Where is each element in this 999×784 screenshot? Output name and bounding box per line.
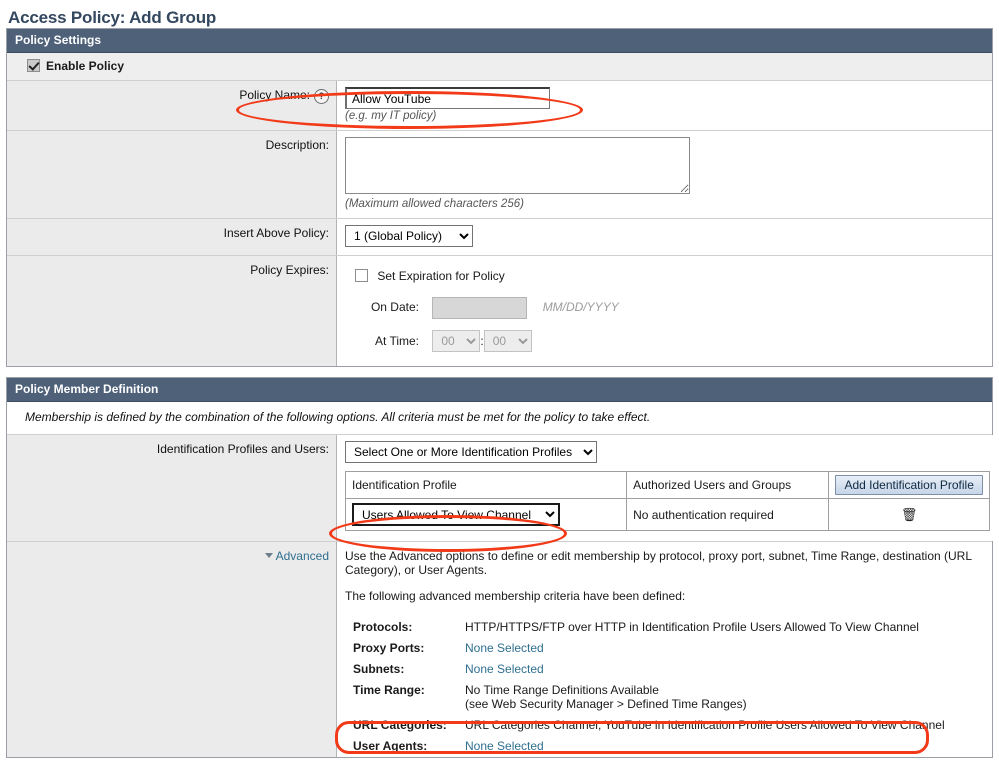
criteria-value-subnets[interactable]: None Selected	[461, 659, 982, 680]
identification-profile-select[interactable]: Users Allowed To View Channel	[352, 503, 560, 526]
advanced-toggle-label[interactable]: Advanced	[276, 549, 329, 563]
at-time-minutes-select[interactable]: 00	[483, 330, 532, 352]
policy-expires-row: Policy Expires: Set Expiration for Polic…	[7, 256, 992, 366]
criteria-key-subnets: Subnets:	[353, 662, 405, 676]
policy-name-row: Policy Name:? (e.g. my IT policy)	[7, 81, 992, 131]
policy-member-definition-panel: Policy Member Definition Membership is d…	[6, 377, 998, 758]
criteria-value-time-range-note: (see Web Security Manager > Defined Time…	[465, 697, 747, 711]
criteria-value-user-agents[interactable]: None Selected	[461, 736, 982, 757]
set-expiration-label: Set Expiration for Policy	[377, 269, 505, 283]
criteria-value-url-categories: URL Categories Channel, YouTube in Ident…	[465, 718, 945, 732]
description-hint: (Maximum allowed characters 256)	[345, 198, 524, 210]
enable-policy-checkbox[interactable]	[27, 59, 40, 72]
question-mark-icon[interactable]: ?	[314, 89, 329, 104]
policy-settings-header: Policy Settings	[7, 29, 992, 53]
add-identification-profile-button[interactable]: Add Identification Profile	[835, 475, 983, 495]
page-title: Access Policy: Add Group	[8, 8, 217, 27]
membership-note: Membership is defined by the combination…	[7, 402, 992, 435]
policy-name-hint: (e.g. my IT policy)	[345, 110, 437, 122]
criteria-key-user-agents: User Agents:	[353, 739, 428, 753]
insert-above-policy-label: Insert Above Policy:	[223, 226, 329, 240]
at-time-label: At Time:	[374, 334, 419, 348]
trash-icon[interactable]: 🗑	[835, 507, 983, 523]
at-time-wrap: At Time: 00 : 00	[345, 330, 984, 352]
policy-name-label: Policy Name:	[239, 88, 310, 102]
criteria-row-subnets: Subnets: None Selected	[345, 659, 982, 680]
column-authorized-users: Authorized Users and Groups	[626, 471, 830, 499]
description-label-cell: Description:	[7, 131, 337, 218]
on-date-format-hint: MM/DD/YYYY	[542, 300, 619, 315]
chevron-down-icon[interactable]	[264, 553, 273, 558]
criteria-value-time-range-cell: No Time Range Definitions Available (see…	[461, 680, 982, 715]
criteria-row-url-categories: URL Categories: URL Categories Channel, …	[345, 715, 982, 736]
criteria-row-time-range: Time Range: No Time Range Definitions Av…	[345, 680, 982, 715]
policy-name-field-cell: (e.g. my IT policy)	[337, 81, 992, 130]
profile-cell: Users Allowed To View Channel	[344, 498, 628, 531]
enable-policy-label: Enable Policy	[46, 59, 125, 73]
criteria-key-url-categories: URL Categories:	[353, 718, 447, 732]
insert-above-policy-select[interactable]: 1 (Global Policy)	[345, 225, 473, 247]
insert-above-policy-row: Insert Above Policy: 1 (Global Policy)	[7, 219, 992, 256]
criteria-row-proxy-ports: Proxy Ports: None Selected	[345, 638, 982, 659]
on-date-label: On Date:	[370, 300, 419, 315]
set-expiration-checkbox[interactable]	[355, 269, 368, 282]
description-row: Description: (Maximum allowed characters…	[7, 131, 992, 219]
policy-member-definition-header: Policy Member Definition	[7, 378, 992, 402]
insert-above-policy-label-cell: Insert Above Policy:	[7, 219, 337, 255]
advanced-description: Use the Advanced options to define or ed…	[345, 549, 972, 577]
description-label: Description:	[265, 138, 329, 152]
delete-cell: 🗑	[828, 498, 990, 531]
criteria-row-user-agents: User Agents: None Selected	[345, 736, 982, 757]
at-time-hours-select[interactable]: 00	[432, 330, 481, 352]
criteria-value-protocols: HTTP/HTTPS/FTP over HTTP in Identificati…	[465, 620, 919, 634]
authorized-users-cell: No authentication required	[626, 498, 830, 531]
description-textarea[interactable]	[345, 137, 690, 194]
policy-expires-label-cell: Policy Expires:	[7, 256, 337, 366]
enable-policy-row: Enable Policy	[7, 53, 992, 81]
criteria-key-time-range: Time Range:	[353, 683, 425, 697]
criteria-value-proxy-ports[interactable]: None Selected	[461, 638, 982, 659]
criteria-value-time-range: No Time Range Definitions Available	[465, 683, 659, 697]
policy-name-input[interactable]	[345, 87, 550, 109]
insert-above-policy-field-cell: 1 (Global Policy)	[337, 219, 992, 255]
on-date-wrap: On Date: MM/DD/YYYY	[345, 297, 984, 319]
advanced-label-cell[interactable]: Advanced	[7, 542, 337, 757]
add-identification-profile-cell: Add Identification Profile	[828, 471, 990, 499]
policy-expires-label: Policy Expires:	[250, 263, 329, 277]
advanced-subheading: The following advanced membership criter…	[345, 589, 686, 603]
identification-profiles-label: Identification Profiles and Users:	[156, 442, 329, 456]
column-identification-profile: Identification Profile	[344, 471, 628, 499]
table-header-row: Identification Profile Authorized Users …	[344, 471, 990, 499]
policy-expires-field-cell: Set Expiration for Policy On Date: MM/DD…	[337, 256, 992, 366]
identification-profiles-field-cell: Select One or More Identification Profil…	[337, 435, 998, 541]
policy-settings-panel: Policy Settings Enable Policy Policy Nam…	[6, 28, 993, 367]
select-identification-profiles-dropdown[interactable]: Select One or More Identification Profil…	[345, 441, 597, 463]
criteria-key-protocols: Protocols:	[353, 620, 413, 634]
advanced-row: Advanced Use the Advanced options to def…	[7, 542, 992, 757]
advanced-body: Use the Advanced options to define or ed…	[337, 542, 992, 757]
on-date-input[interactable]	[432, 297, 528, 319]
set-expiration-wrap: Set Expiration for Policy	[355, 269, 984, 283]
description-field-cell: (Maximum allowed characters 256)	[337, 131, 992, 218]
identification-profiles-label-cell: Identification Profiles and Users:	[7, 435, 337, 541]
identification-profile-table: Identification Profile Authorized Users …	[344, 471, 990, 531]
policy-name-label-cell: Policy Name:?	[7, 81, 337, 130]
advanced-criteria-table: Protocols: HTTP/HTTPS/FTP over HTTP in I…	[345, 617, 982, 757]
criteria-key-proxy-ports: Proxy Ports:	[353, 641, 425, 655]
identification-profiles-row: Identification Profiles and Users: Selec…	[7, 435, 998, 542]
table-row: Users Allowed To View Channel No authent…	[344, 498, 990, 531]
criteria-row-protocols: Protocols: HTTP/HTTPS/FTP over HTTP in I…	[345, 617, 982, 638]
